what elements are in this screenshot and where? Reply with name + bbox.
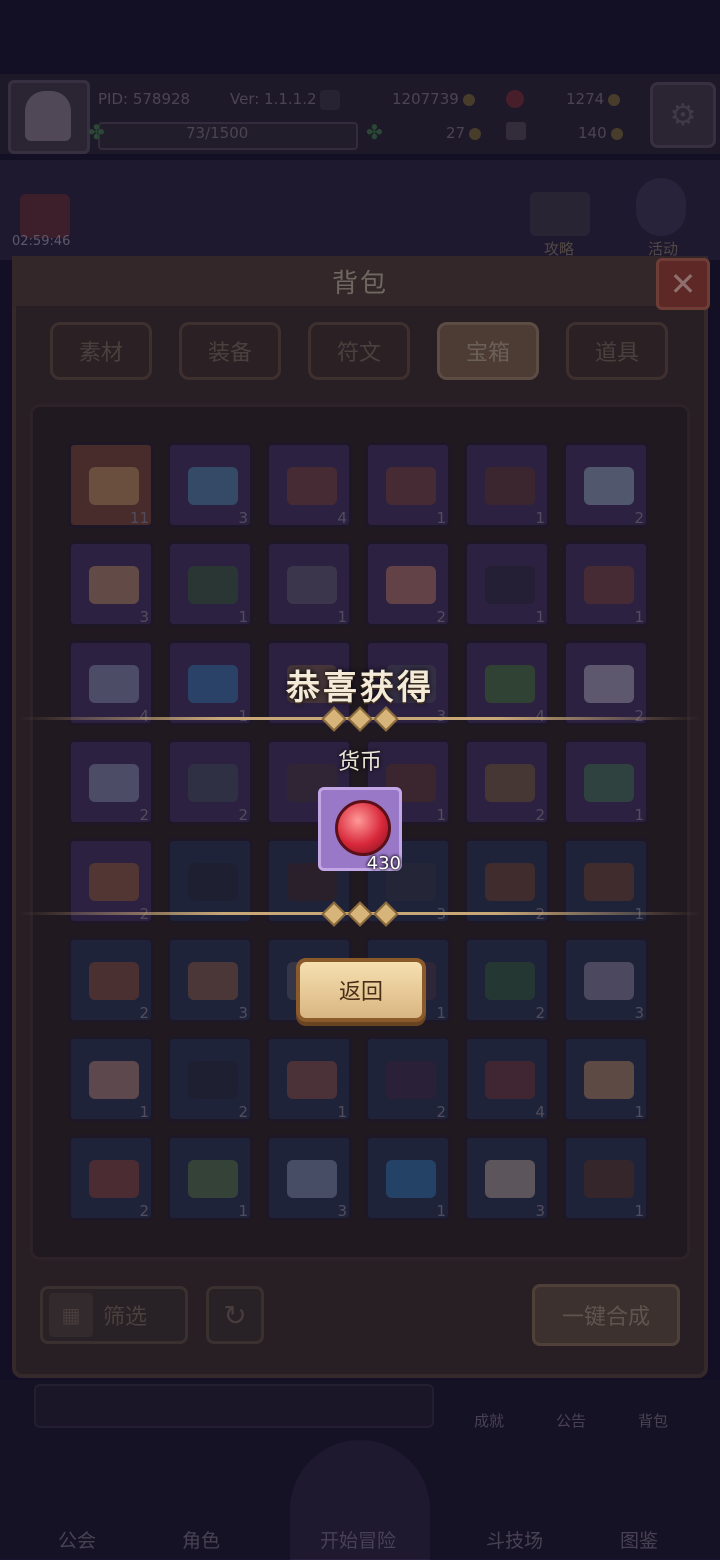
ruby-gem-icon	[335, 800, 391, 856]
reward-category: 货币	[337, 750, 382, 775]
ornament-bottom-icon	[314, 901, 406, 927]
popup-overlay[interactable]	[0, 0, 720, 1559]
reward-title: 恭喜获得	[286, 668, 434, 708]
reward-count: 430	[366, 853, 401, 874]
ornament-top-icon	[314, 706, 406, 732]
back-button[interactable]: 返回	[296, 958, 426, 1022]
reward-slot[interactable]: 430	[318, 787, 402, 874]
